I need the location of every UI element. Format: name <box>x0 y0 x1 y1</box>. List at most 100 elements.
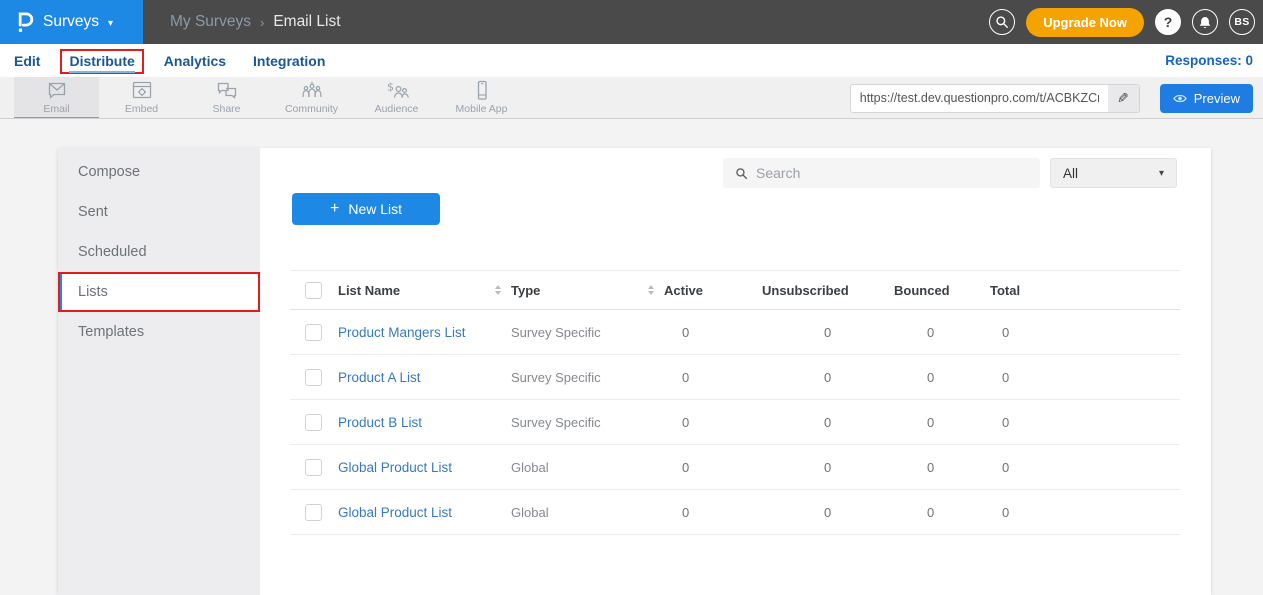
embed-icon <box>130 80 154 102</box>
edit-url-button[interactable]: ✎ <box>1108 85 1139 112</box>
type-filter-value: All <box>1063 166 1078 181</box>
toolbar-tab-mobile-app[interactable]: Mobile App <box>439 77 524 118</box>
select-all-checkbox[interactable] <box>305 282 322 299</box>
toolbar-tab-email-label: Email <box>43 103 69 115</box>
header-unsubscribed: Unsubscribed <box>762 283 894 298</box>
sidebar-item-sent[interactable]: Sent <box>58 192 260 232</box>
new-list-button-label: New List <box>348 201 402 217</box>
unsubscribed-count: 0 <box>762 415 894 430</box>
list-type: Global <box>511 460 664 475</box>
sidebar-item-scheduled[interactable]: Scheduled <box>58 232 260 272</box>
row-checkbox-cell <box>290 369 338 386</box>
user-avatar[interactable]: BS <box>1229 9 1255 35</box>
email-sidebar: Compose Sent Scheduled Lists Templates <box>58 148 260 595</box>
pencil-icon: ✎ <box>1117 90 1129 107</box>
unsubscribed-count: 0 <box>762 325 894 340</box>
total-count: 0 <box>990 505 1080 520</box>
tab-edit[interactable]: Edit <box>14 53 40 69</box>
eye-icon <box>1173 93 1187 104</box>
header-type[interactable]: Type <box>511 283 664 298</box>
breadcrumb-parent[interactable]: My Surveys <box>170 13 251 31</box>
sidebar-item-lists[interactable]: Lists <box>58 272 260 312</box>
community-icon <box>299 80 325 102</box>
header-bounced: Bounced <box>894 283 990 298</box>
row-checkbox-cell <box>290 459 338 476</box>
list-name-link[interactable]: Product B List <box>338 415 422 430</box>
email-icon <box>45 80 69 102</box>
total-count: 0 <box>990 370 1080 385</box>
row-checkbox[interactable] <box>305 459 322 476</box>
header-checkbox-cell <box>290 282 338 299</box>
sidebar-item-templates[interactable]: Templates <box>58 312 260 352</box>
row-checkbox-cell <box>290 324 338 341</box>
survey-section-nav: Edit Distribute Analytics Integration Re… <box>0 44 1263 77</box>
header-list-name[interactable]: List Name <box>338 283 511 298</box>
row-checkbox[interactable] <box>305 504 322 521</box>
tab-distribute[interactable]: Distribute <box>60 49 143 74</box>
sort-icon[interactable] <box>648 285 654 295</box>
table-row: Global Product List Global 0 0 0 0 <box>290 490 1180 535</box>
row-checkbox[interactable] <box>305 369 322 386</box>
responses-count[interactable]: Responses: 0 <box>1165 53 1253 68</box>
breadcrumb-current: Email List <box>273 13 340 31</box>
tab-integration[interactable]: Integration <box>253 53 325 69</box>
avatar-initials: BS <box>1234 16 1249 28</box>
search-button[interactable] <box>989 9 1015 35</box>
audience-icon: $ <box>384 80 410 102</box>
help-button[interactable]: ? <box>1155 9 1181 35</box>
email-lists-card: Compose Sent Scheduled Lists Templates <box>58 148 1211 595</box>
toolbar-tab-share[interactable]: Share <box>184 77 269 118</box>
toolbar-tab-community[interactable]: Community <box>269 77 354 118</box>
list-name-link[interactable]: Global Product List <box>338 505 452 520</box>
list-name-link[interactable]: Product Mangers List <box>338 325 466 340</box>
row-checkbox-cell <box>290 504 338 521</box>
upgrade-now-button[interactable]: Upgrade Now <box>1026 8 1144 37</box>
active-count: 0 <box>664 415 762 430</box>
tab-analytics[interactable]: Analytics <box>164 53 226 69</box>
total-count: 0 <box>990 460 1080 475</box>
list-type: Survey Specific <box>511 370 664 385</box>
list-name-link[interactable]: Global Product List <box>338 460 452 475</box>
chevron-down-icon: ▾ <box>108 18 113 29</box>
mobile-app-icon <box>470 80 494 102</box>
toolbar-tab-embed[interactable]: Embed <box>99 77 184 118</box>
type-filter-dropdown[interactable]: All ▾ <box>1050 158 1177 188</box>
active-count: 0 <box>664 370 762 385</box>
toolbar-tab-email[interactable]: Email <box>14 77 99 118</box>
sort-icon[interactable] <box>495 285 501 295</box>
table-row: Product A List Survey Specific 0 0 0 0 <box>290 355 1180 400</box>
notifications-button[interactable] <box>1192 9 1218 35</box>
list-name-link[interactable]: Product A List <box>338 370 421 385</box>
bounced-count: 0 <box>894 415 990 430</box>
search-input[interactable] <box>756 165 1040 181</box>
toolbar-tab-audience[interactable]: $ Audience <box>354 77 439 118</box>
total-count: 0 <box>990 415 1080 430</box>
product-switcher[interactable]: Surveys ▾ <box>0 0 143 44</box>
survey-url-input[interactable] <box>851 85 1108 112</box>
list-type: Survey Specific <box>511 415 664 430</box>
preview-button-label: Preview <box>1194 91 1240 106</box>
new-list-button[interactable]: + New List <box>292 193 440 225</box>
unsubscribed-count: 0 <box>762 460 894 475</box>
header-total: Total <box>990 283 1080 298</box>
filters-row: All ▾ <box>260 158 1211 188</box>
row-checkbox[interactable] <box>305 414 322 431</box>
plus-icon: + <box>330 200 339 218</box>
sidebar-item-compose[interactable]: Compose <box>58 152 260 192</box>
header-active: Active <box>664 283 762 298</box>
toolbar-tab-mobile-app-label: Mobile App <box>456 103 508 115</box>
breadcrumb: My Surveys › Email List <box>170 13 341 31</box>
tab-distribute-label: Distribute <box>69 53 134 73</box>
toolbar-tab-share-label: Share <box>212 103 240 115</box>
search-box <box>723 158 1040 188</box>
questionpro-logo-icon <box>15 10 34 35</box>
bell-icon <box>1198 15 1212 30</box>
total-count: 0 <box>990 325 1080 340</box>
table-row: Product B List Survey Specific 0 0 0 0 <box>290 400 1180 445</box>
product-name: Surveys <box>43 13 99 31</box>
distribute-toolbar: Email Embed Share <box>0 77 1263 119</box>
toolbar-tab-community-label: Community <box>285 103 338 115</box>
row-checkbox[interactable] <box>305 324 322 341</box>
list-type: Global <box>511 505 664 520</box>
preview-button[interactable]: Preview <box>1160 84 1253 113</box>
